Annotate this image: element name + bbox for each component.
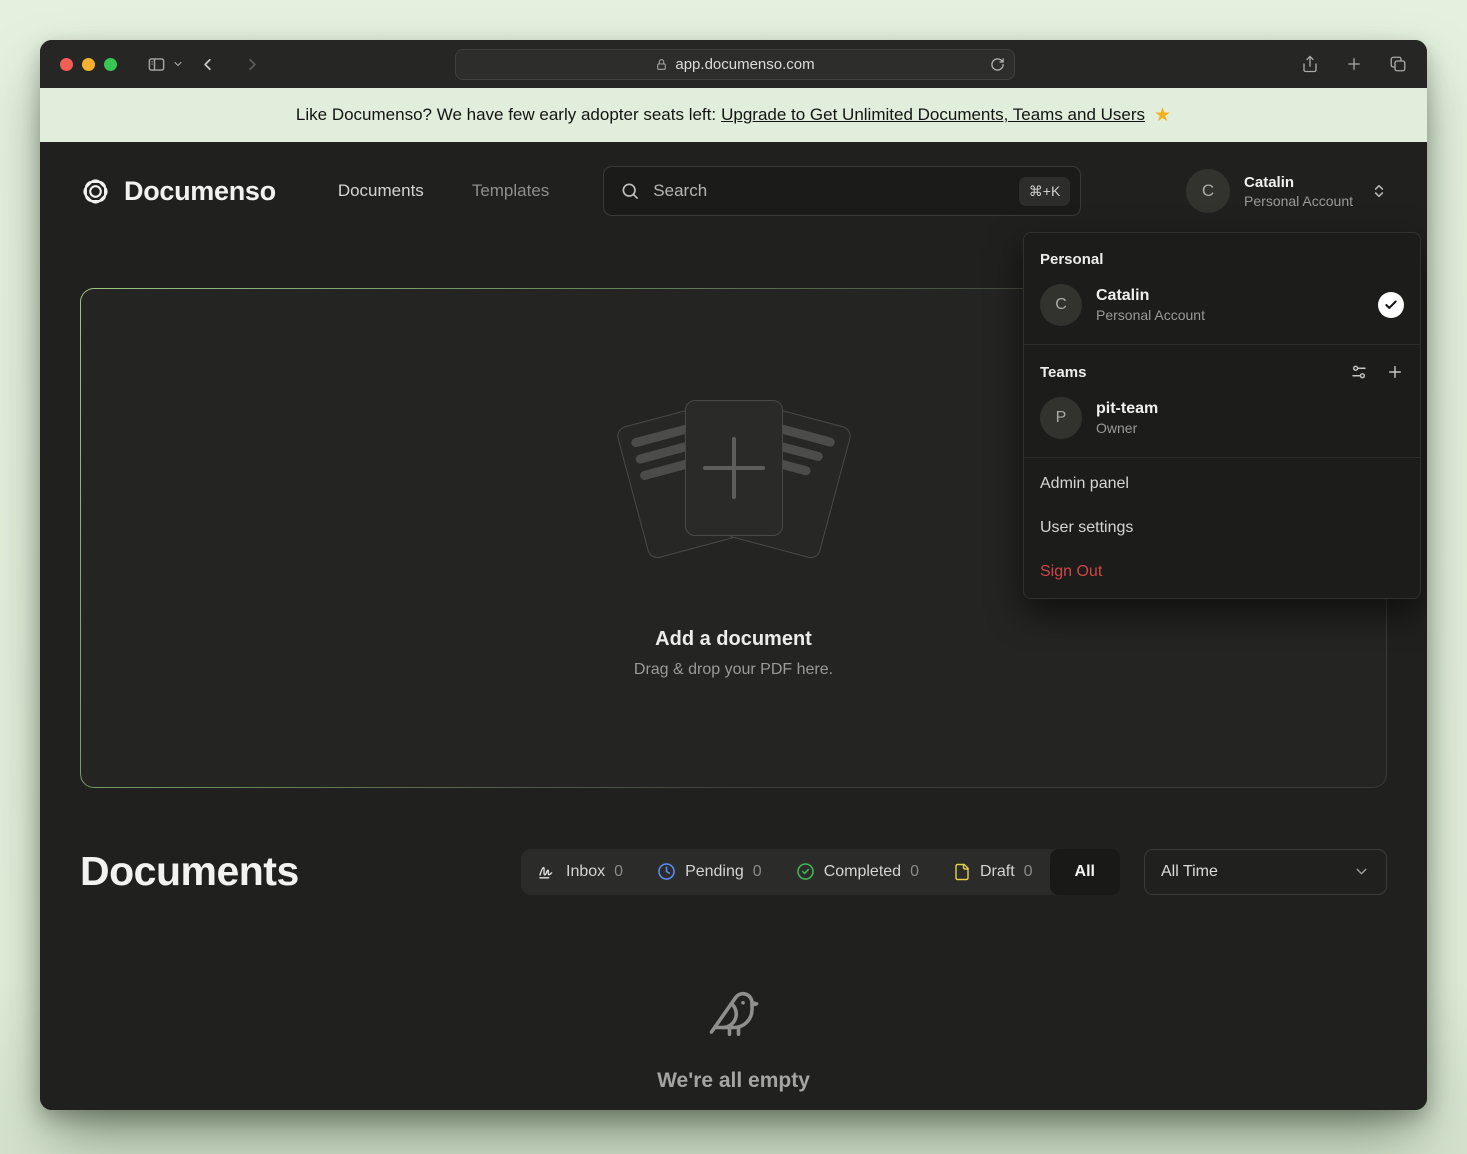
back-button-icon[interactable] — [198, 55, 217, 74]
page-title: Documents — [80, 848, 299, 895]
signature-icon — [538, 862, 557, 881]
brand-name: Documenso — [124, 176, 276, 207]
tab-completed[interactable]: Completed 0 — [779, 849, 936, 895]
search-icon — [620, 181, 640, 201]
tab-all[interactable]: All — [1050, 849, 1120, 895]
chevrons-up-down-icon — [1371, 183, 1387, 199]
browser-window: app.documenso.com Like Documenso? We hav… — [40, 40, 1427, 1110]
check-circle-icon — [796, 862, 815, 881]
browser-titlebar: app.documenso.com — [40, 40, 1427, 88]
app-header: Documenso Documents Templates Search ⌘+K… — [40, 142, 1427, 222]
empty-state-message: We're all empty — [657, 1069, 810, 1093]
nav-templates[interactable]: Templates — [472, 181, 549, 201]
close-button[interactable] — [60, 58, 73, 71]
team-item[interactable]: P pit-team Owner — [1024, 389, 1420, 453]
team-role: Owner — [1096, 420, 1158, 436]
nav-documents[interactable]: Documents — [338, 181, 424, 201]
reload-icon[interactable] — [990, 57, 1005, 72]
traffic-lights — [60, 58, 117, 71]
divider — [1024, 457, 1420, 458]
tab-draft[interactable]: Draft 0 — [936, 849, 1050, 895]
period-filter-select[interactable]: All Time — [1144, 849, 1387, 895]
menu-item-user-settings[interactable]: User settings — [1024, 506, 1420, 550]
brand[interactable]: Documenso — [80, 176, 276, 207]
tab-count: 0 — [614, 863, 623, 881]
account-type: Personal Account — [1244, 193, 1353, 209]
status-filter-tabs: Inbox 0 Pending 0 Completed 0 — [521, 849, 1120, 895]
forward-button-icon[interactable] — [243, 55, 262, 74]
chevron-down-icon — [1353, 863, 1370, 880]
sidebar-toggle-icon[interactable] — [147, 55, 166, 74]
add-team-icon[interactable] — [1386, 363, 1404, 381]
manage-teams-icon[interactable] — [1350, 363, 1368, 381]
documenso-logo-icon — [80, 176, 111, 207]
zoom-button[interactable] — [104, 58, 117, 71]
empty-state: We're all empty — [40, 987, 1427, 1093]
new-tab-icon[interactable] — [1345, 55, 1363, 73]
period-filter-value: All Time — [1161, 863, 1218, 881]
search-placeholder: Search — [653, 181, 707, 201]
tab-overview-icon[interactable] — [1389, 55, 1407, 73]
document-stack-illustration — [599, 398, 869, 594]
avatar: C — [1186, 169, 1230, 213]
personal-account-item[interactable]: C Catalin Personal Account — [1024, 276, 1420, 340]
file-icon — [953, 863, 971, 881]
main-nav: Documents Templates — [338, 181, 549, 201]
personal-account-name: Catalin — [1096, 287, 1205, 305]
minimize-button[interactable] — [82, 58, 95, 71]
tab-count: 0 — [910, 863, 919, 881]
search-input[interactable]: Search ⌘+K — [603, 166, 1081, 216]
app-content: Documenso Documents Templates Search ⌘+K… — [40, 142, 1427, 1110]
documents-toolbar: Documents Inbox 0 Pending 0 — [40, 848, 1427, 895]
menu-item-sign-out[interactable]: Sign Out — [1024, 550, 1420, 594]
teams-section-heading: Teams — [1024, 349, 1420, 389]
search-shortcut-badge: ⌘+K — [1019, 177, 1071, 206]
promo-banner: Like Documenso? We have few early adopte… — [40, 88, 1427, 142]
tab-inbox[interactable]: Inbox 0 — [521, 849, 640, 895]
team-name: pit-team — [1096, 400, 1158, 418]
add-document-card — [685, 400, 783, 536]
team-avatar: P — [1040, 397, 1082, 439]
chevron-down-icon[interactable] — [172, 58, 184, 70]
upgrade-link[interactable]: Upgrade to Get Unlimited Documents, Team… — [721, 105, 1145, 125]
selected-check-icon — [1378, 292, 1404, 318]
lock-icon — [655, 58, 668, 71]
dropzone-subtitle: Drag & drop your PDF here. — [634, 661, 833, 679]
url-text: app.documenso.com — [675, 56, 814, 73]
personal-section-heading: Personal — [1024, 237, 1420, 276]
star-icon: ★ — [1154, 104, 1171, 127]
avatar: C — [1040, 284, 1082, 326]
plus-icon — [703, 437, 765, 499]
personal-account-type: Personal Account — [1096, 307, 1205, 323]
bird-icon — [707, 987, 761, 1041]
tab-pending[interactable]: Pending 0 — [640, 849, 779, 895]
dropzone-title: Add a document — [655, 628, 812, 651]
tab-count: 0 — [1024, 863, 1033, 881]
share-icon[interactable] — [1301, 55, 1319, 73]
menu-item-admin-panel[interactable]: Admin panel — [1024, 462, 1420, 506]
tab-count: 0 — [753, 863, 762, 881]
address-bar[interactable]: app.documenso.com — [455, 49, 1015, 80]
divider — [1024, 344, 1420, 345]
account-name: Catalin — [1244, 174, 1353, 191]
account-menu-button[interactable]: C Catalin Personal Account — [1186, 169, 1387, 213]
account-dropdown-menu: Personal C Catalin Personal Account Team… — [1023, 232, 1421, 599]
clock-icon — [657, 862, 676, 881]
banner-text: Like Documenso? We have few early adopte… — [296, 105, 716, 125]
